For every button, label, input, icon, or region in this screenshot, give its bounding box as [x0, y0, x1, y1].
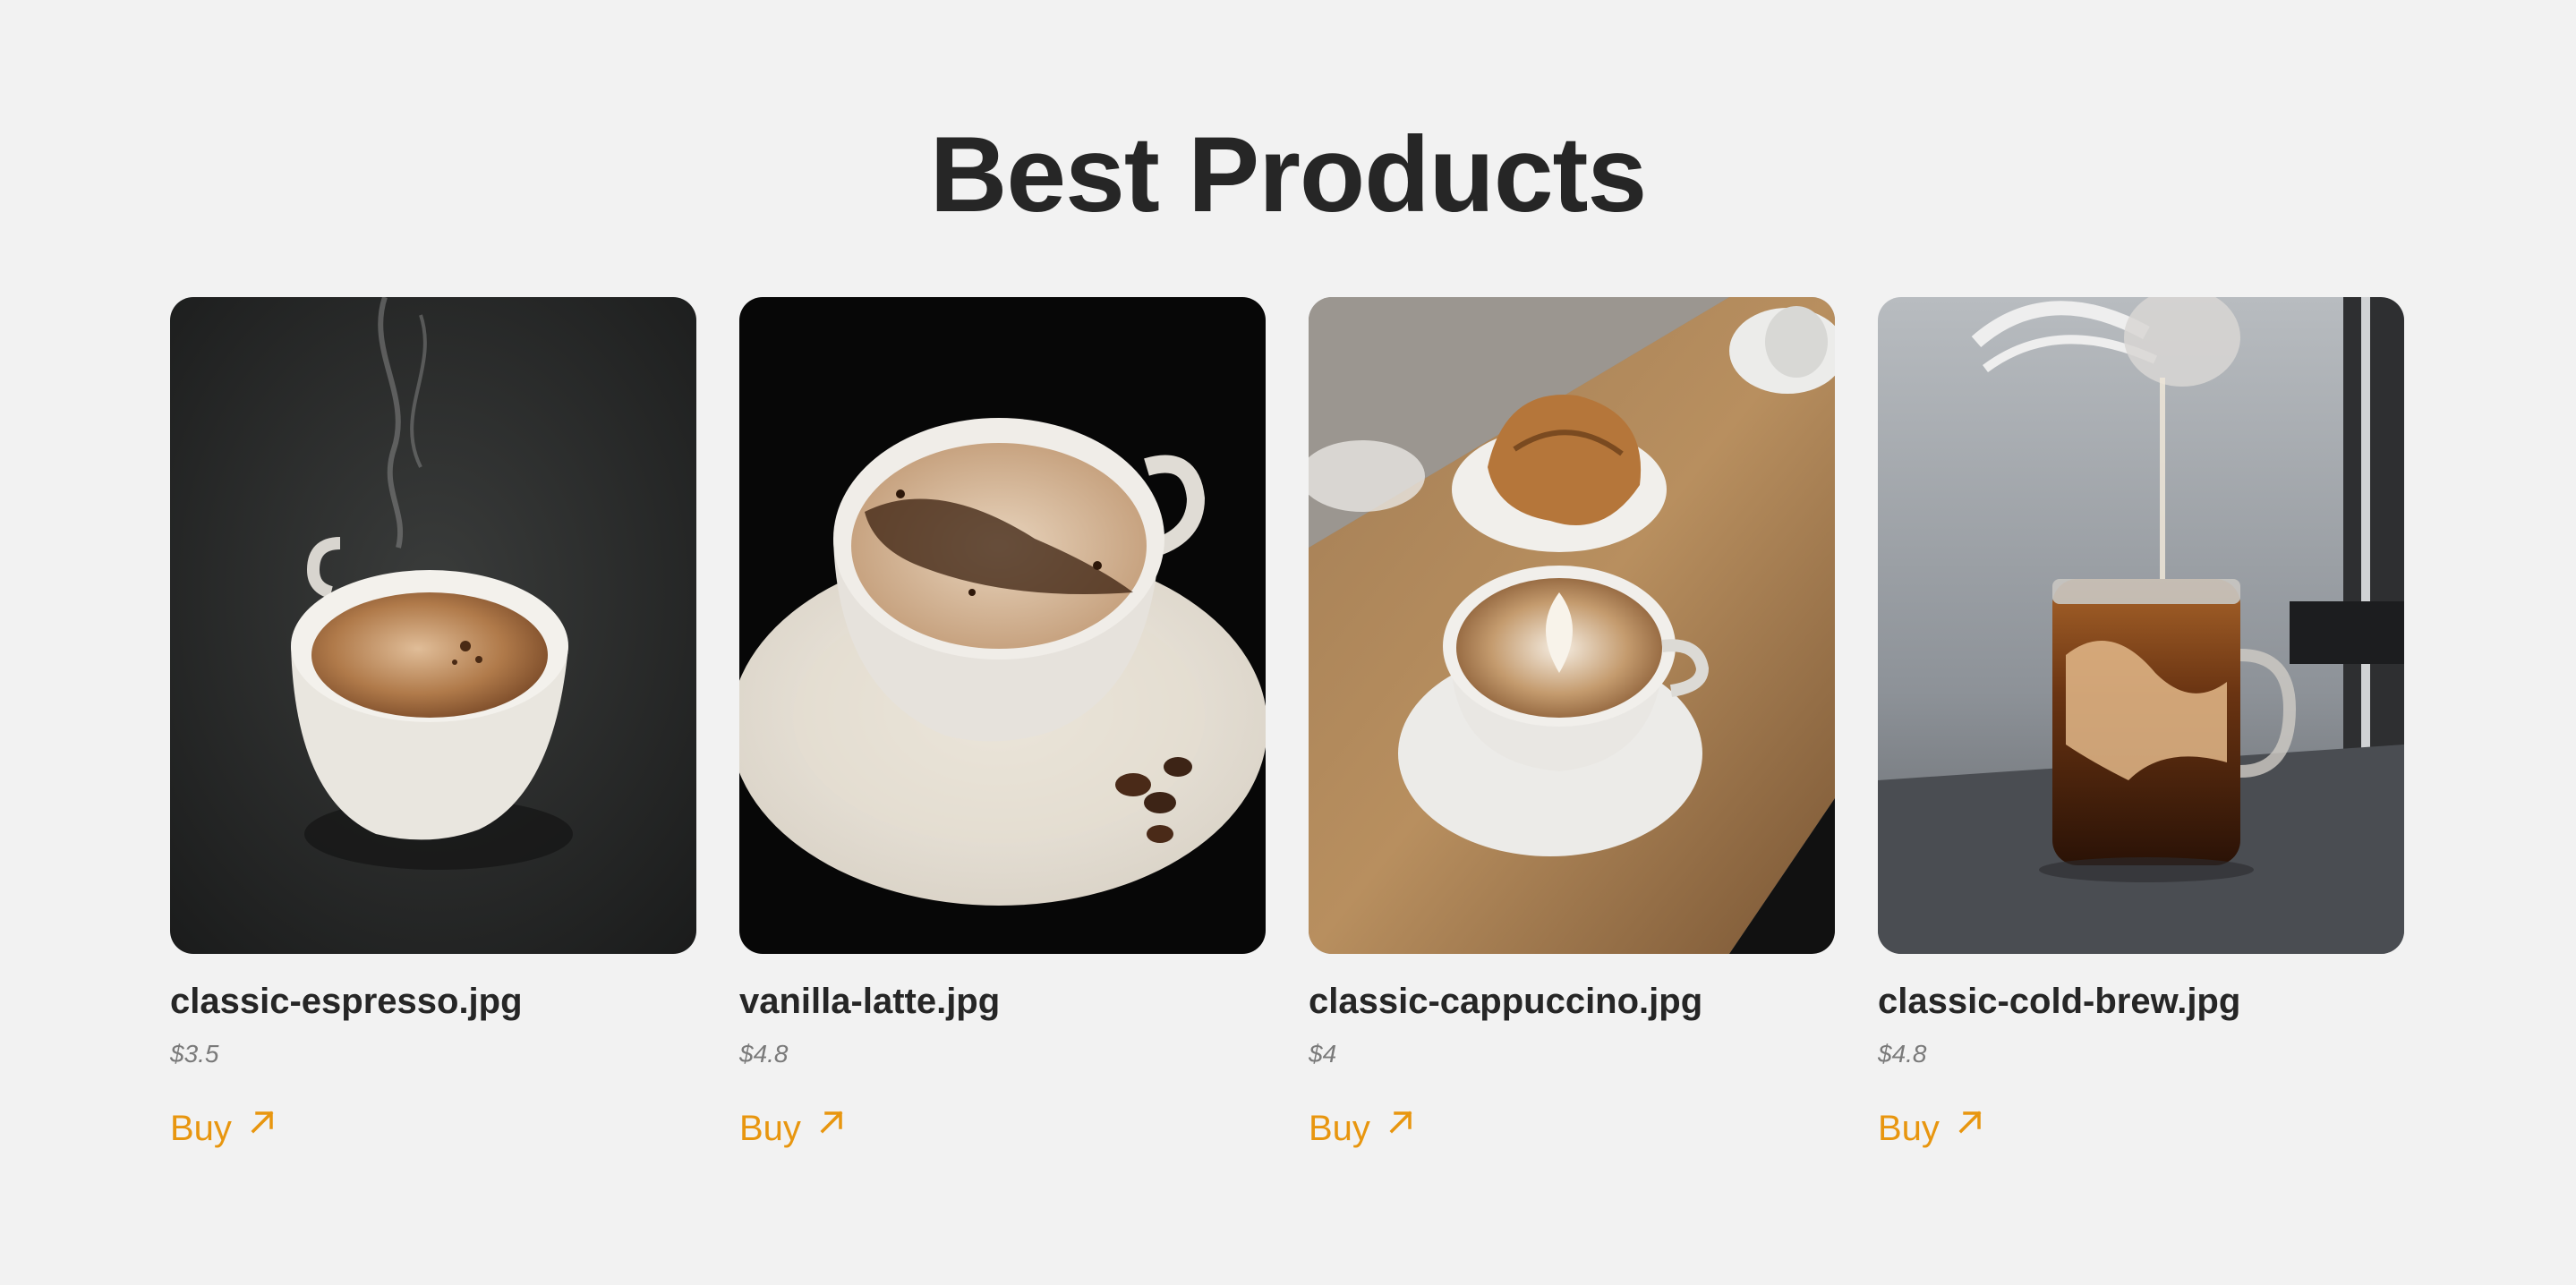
product-name: classic-espresso.jpg [170, 982, 523, 1021]
product-price: $4.8 [1878, 1040, 1927, 1068]
buy-button[interactable]: Buy [170, 1106, 277, 1151]
product-image-latte[interactable] [739, 297, 1266, 954]
product-name: vanilla-latte.jpg [739, 982, 1001, 1021]
product-price: $4.8 [739, 1040, 789, 1068]
product-price: $3.5 [170, 1040, 219, 1068]
buy-button[interactable]: Buy [739, 1106, 846, 1151]
buy-label: Buy [1309, 1109, 1370, 1148]
cappuccino-photo [1309, 297, 1835, 954]
product-image-cappuccino[interactable] [1309, 297, 1835, 954]
product-card: vanilla-latte.jpg $4.8 Buy [739, 297, 1266, 1151]
product-image-espresso[interactable] [170, 297, 696, 954]
product-name: classic-cappuccino.jpg [1309, 982, 1703, 1021]
product-grid: classic-espresso.jpg $3.5 Buy vanilla-la… [170, 297, 2404, 1151]
arrow-up-right-icon [248, 1111, 277, 1136]
buy-label: Buy [1878, 1109, 1940, 1148]
product-card: classic-espresso.jpg $3.5 Buy [170, 297, 696, 1151]
buy-button[interactable]: Buy [1309, 1106, 1415, 1151]
buy-label: Buy [170, 1109, 232, 1148]
buy-label: Buy [739, 1109, 801, 1148]
section-title: Best Products [929, 115, 1648, 234]
product-card: classic-cappuccino.jpg $4 Buy [1309, 297, 1835, 1151]
arrow-up-right-icon [1386, 1111, 1415, 1136]
cold-brew-photo [1878, 297, 2404, 954]
product-card: classic-cold-brew.jpg $4.8 Buy [1878, 297, 2404, 1151]
arrow-up-right-icon [817, 1111, 846, 1136]
product-image-cold-brew[interactable] [1878, 297, 2404, 954]
arrow-up-right-icon [1956, 1111, 1984, 1136]
products-page: Best Products classic-espresso.jpg $3.5 … [0, 0, 2576, 1285]
product-price: $4 [1309, 1040, 1337, 1068]
latte-photo [739, 297, 1266, 954]
product-name: classic-cold-brew.jpg [1878, 982, 2241, 1021]
buy-button[interactable]: Buy [1878, 1106, 1984, 1151]
espresso-photo [170, 297, 696, 954]
